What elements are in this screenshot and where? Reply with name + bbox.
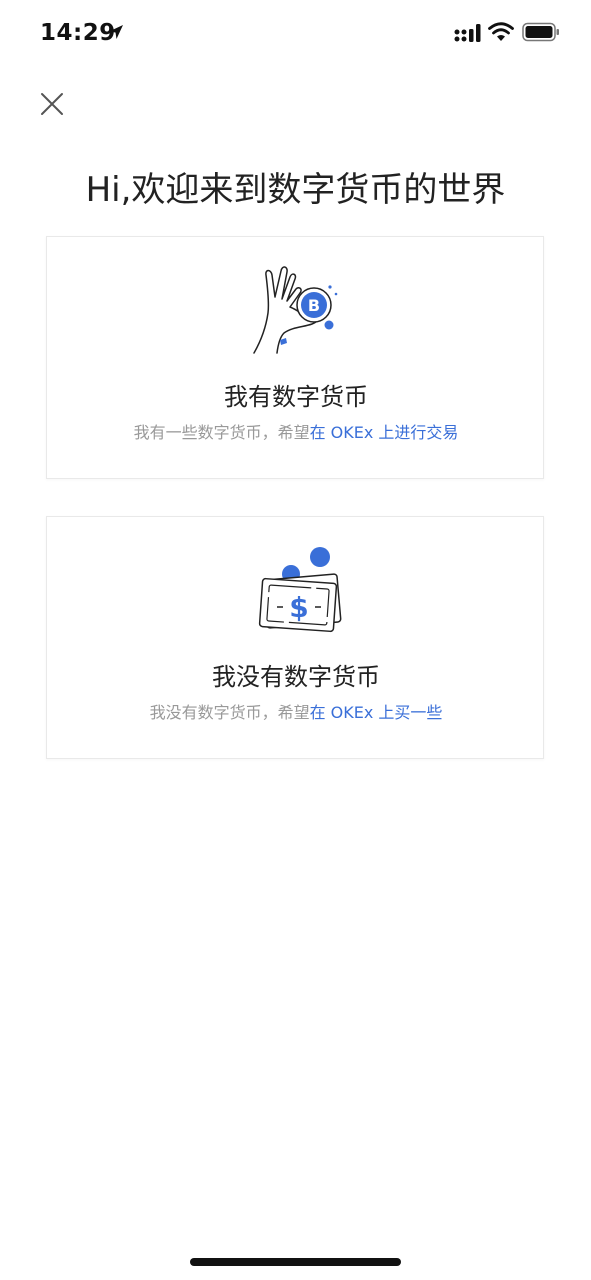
svg-text:B: B xyxy=(308,296,320,315)
status-bar: 14:29 xyxy=(0,0,591,64)
card-desc-text: 我没有数字货币，希望 xyxy=(149,703,310,722)
location-arrow-icon xyxy=(109,25,123,39)
card-illustration: $ xyxy=(47,541,545,641)
wifi-icon xyxy=(488,22,514,41)
battery-icon xyxy=(522,22,559,42)
card-title: 我有数字货币 xyxy=(224,383,368,411)
home-indicator[interactable] xyxy=(190,1258,401,1266)
dollar-bill-icon: $ xyxy=(258,547,342,633)
card-desc-link[interactable]: 在 OKEx 上进行交易 xyxy=(310,423,459,442)
card-no-crypto[interactable]: $ 我没有数字货币 我没有数字货币，希望在 OKEx 上买一些 xyxy=(46,516,544,759)
card-have-crypto[interactable]: B 我有数字货币 我有一些数字货币，希望在 OKEx 上进行交易 xyxy=(46,236,544,479)
status-time: 14:29 xyxy=(40,20,116,46)
page-title: Hi,欢迎来到数字货币的世界 xyxy=(85,170,506,210)
card-desc-text: 我有一些数字货币，希望 xyxy=(133,423,310,442)
card-desc-link[interactable]: 在 OKEx 上买一些 xyxy=(310,703,443,722)
card-description: 我没有数字货币，希望在 OKEx 上买一些 xyxy=(47,699,545,723)
close-icon[interactable] xyxy=(36,88,68,120)
card-description: 我有一些数字货币，希望在 OKEx 上进行交易 xyxy=(47,419,545,443)
svg-text:$: $ xyxy=(289,591,308,624)
card-title: 我没有数字货币 xyxy=(212,663,380,691)
card-illustration: B xyxy=(47,261,545,361)
cellular-signal-icon xyxy=(454,24,481,42)
hand-holding-bitcoin-icon: B xyxy=(253,266,338,354)
